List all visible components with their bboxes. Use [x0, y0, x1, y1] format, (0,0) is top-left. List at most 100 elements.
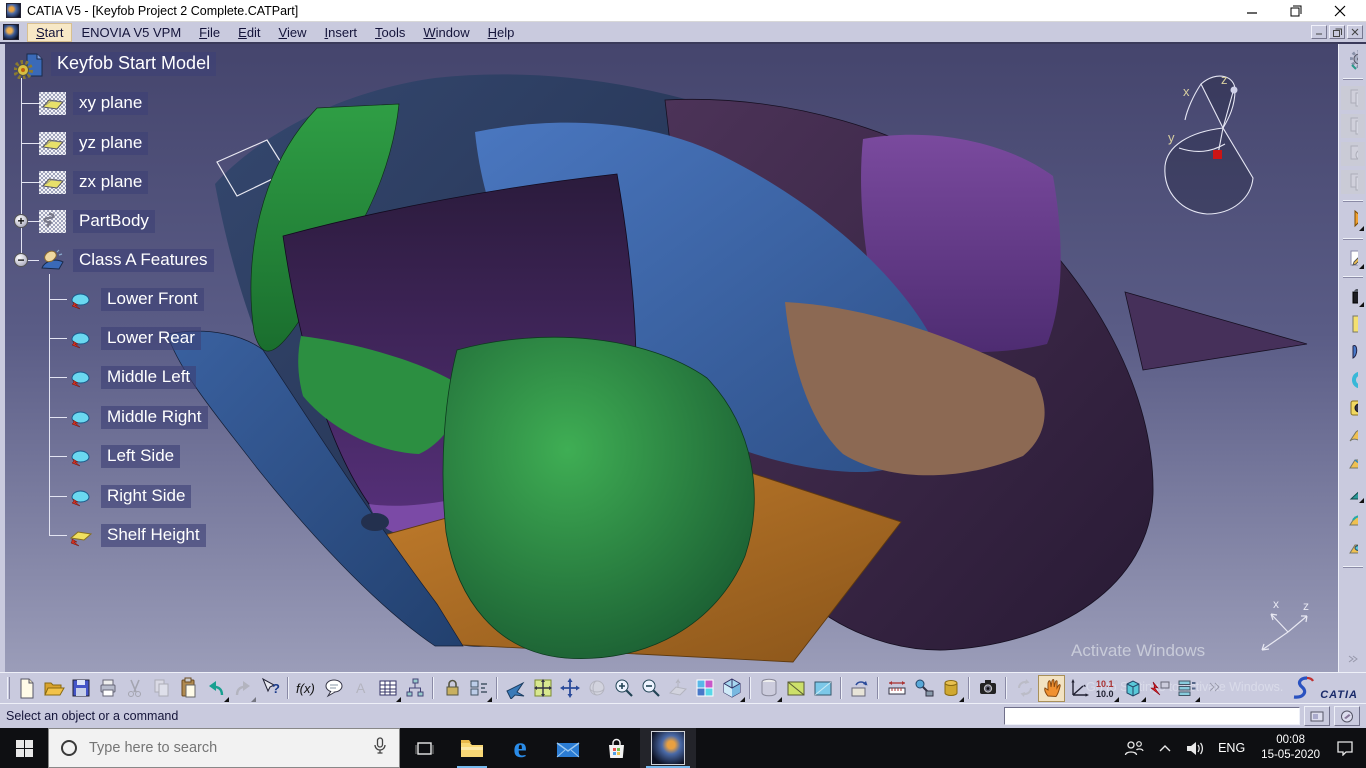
sketcher-icon[interactable] — [1341, 246, 1365, 270]
open-button[interactable] — [40, 675, 67, 702]
menu-window[interactable]: Window — [414, 23, 478, 42]
toolbar-grip[interactable] — [7, 677, 10, 699]
doc-close-button[interactable] — [1347, 25, 1363, 39]
search-input[interactable] — [87, 739, 373, 757]
toolbar-grip[interactable] — [1343, 276, 1363, 278]
dialog-toggle-button[interactable] — [1304, 706, 1330, 726]
restore-button[interactable] — [1274, 1, 1318, 21]
fill-triangle-icon[interactable] — [1341, 480, 1365, 504]
task-view-button[interactable] — [400, 728, 448, 768]
display-list-button[interactable] — [1173, 675, 1200, 702]
tree-item-label[interactable]: Lower Front — [101, 288, 204, 311]
start-button[interactable] — [0, 728, 48, 768]
magnet-icon[interactable] — [1341, 368, 1365, 392]
menu-file[interactable]: File — [190, 23, 229, 42]
tree-item-label[interactable]: PartBody — [73, 210, 155, 233]
tree-item-root[interactable]: Keyfob Start Model — [14, 49, 216, 79]
menu-edit[interactable]: Edit — [229, 23, 269, 42]
tree-item-partbody[interactable]: + PartBody — [39, 206, 155, 236]
redo-button[interactable] — [229, 675, 256, 702]
volume-icon[interactable] — [1179, 728, 1211, 768]
cut-button[interactable] — [121, 675, 148, 702]
undo-button[interactable] — [202, 675, 229, 702]
render-style-button[interactable] — [755, 675, 782, 702]
pad-icon[interactable] — [1341, 284, 1365, 308]
toolbar-grip[interactable] — [1343, 78, 1363, 80]
formula-button[interactable]: f(x) — [293, 675, 320, 702]
tree-item-lower-front[interactable]: Lower Front — [67, 284, 204, 314]
notifications-icon[interactable] — [1329, 728, 1366, 768]
paste-button[interactable] — [175, 675, 202, 702]
comment-button[interactable] — [320, 675, 347, 702]
tree-item-left-side[interactable]: Left Side — [67, 441, 180, 471]
tree-item-lower-rear[interactable]: Lower Rear — [67, 323, 201, 353]
surface-plum-tail[interactable] — [1125, 292, 1307, 370]
refresh-button[interactable] — [1011, 675, 1038, 702]
surface-icon-1[interactable] — [1341, 424, 1365, 448]
compass[interactable]: x y z — [1165, 72, 1253, 214]
tree-item-shelf-height[interactable]: Shelf Height — [67, 520, 206, 550]
split-halves-icon[interactable] — [1341, 340, 1365, 364]
tree-item-middle-right[interactable]: Middle Right — [67, 402, 208, 432]
pan-hand-button[interactable] — [1038, 675, 1065, 702]
copy-button[interactable] — [148, 675, 175, 702]
zoom-in-button[interactable] — [610, 675, 637, 702]
zoom-out-button[interactable] — [637, 675, 664, 702]
measure-item-button[interactable] — [910, 675, 937, 702]
menu-help[interactable]: Help — [479, 23, 524, 42]
yellow-sheet-icon[interactable] — [1341, 312, 1365, 336]
tree-item-label[interactable]: Left Side — [101, 445, 180, 468]
fly-mode-button[interactable] — [502, 675, 529, 702]
enovia-doc-icon-1[interactable] — [1341, 86, 1365, 110]
save-button[interactable] — [67, 675, 94, 702]
toolbar-scroll-more-icon[interactable] — [1348, 650, 1358, 668]
tree-item-label[interactable]: Shelf Height — [101, 524, 206, 547]
print-button[interactable] — [94, 675, 121, 702]
tree-item-label[interactable]: Class A Features — [73, 249, 214, 272]
isometric-view-button[interactable] — [718, 675, 745, 702]
store-button[interactable] — [592, 728, 640, 768]
hole-icon[interactable] — [1341, 396, 1365, 420]
new-document-button[interactable] — [13, 675, 40, 702]
context-help-button[interactable]: ? — [256, 675, 283, 702]
surface-green-blob[interactable] — [443, 337, 754, 658]
snap-grid-button[interactable]: 10.110.0 — [1092, 675, 1119, 702]
toolbar-grip[interactable] — [1343, 200, 1363, 202]
menu-view[interactable]: View — [270, 23, 316, 42]
keyfob-model[interactable] — [167, 74, 1307, 662]
close-button[interactable] — [1318, 1, 1362, 21]
tree-item-yz-plane[interactable]: yz plane — [39, 128, 148, 158]
pan-button[interactable] — [556, 675, 583, 702]
menu-insert[interactable]: Insert — [316, 23, 367, 42]
microphone-icon[interactable] — [373, 737, 387, 760]
fit-all-in-button[interactable] — [529, 675, 556, 702]
normal-view-button[interactable] — [664, 675, 691, 702]
enovia-doc-icon-3[interactable] — [1341, 142, 1365, 166]
tree-item-label[interactable]: xy plane — [73, 92, 148, 115]
capture-button[interactable] — [974, 675, 1001, 702]
expand-plus-icon[interactable]: + — [14, 214, 28, 228]
tree-item-label[interactable]: Middle Right — [101, 406, 208, 429]
tree-item-label[interactable]: Right Side — [101, 485, 191, 508]
menu-tools[interactable]: Tools — [366, 23, 414, 42]
axis-system-button[interactable] — [1065, 675, 1092, 702]
workbench-gear-icon[interactable] — [1341, 48, 1365, 72]
catia-taskbar-button[interactable] — [640, 728, 696, 768]
equivalent-dimensions-button[interactable] — [465, 675, 492, 702]
design-table-button[interactable] — [374, 675, 401, 702]
minimize-button[interactable] — [1230, 1, 1274, 21]
people-icon[interactable] — [1117, 728, 1151, 768]
swap-visible-space-button[interactable] — [846, 675, 873, 702]
mail-button[interactable] — [544, 728, 592, 768]
tree-item-label[interactable]: zx plane — [73, 171, 148, 194]
tree-item-label[interactable]: Middle Left — [101, 366, 196, 389]
chevron-up-icon[interactable] — [1151, 728, 1179, 768]
select-arrow-icon[interactable] — [1341, 208, 1365, 232]
interrupt-button[interactable] — [1146, 675, 1173, 702]
power-input-field[interactable] — [1004, 707, 1300, 725]
product-structure-button[interactable] — [401, 675, 428, 702]
enovia-doc-icon-2[interactable] — [1341, 114, 1365, 138]
enovia-doc-icon-4[interactable] — [1341, 170, 1365, 194]
annotation-button[interactable]: A — [347, 675, 374, 702]
tree-item-right-side[interactable]: Right Side — [67, 481, 191, 511]
